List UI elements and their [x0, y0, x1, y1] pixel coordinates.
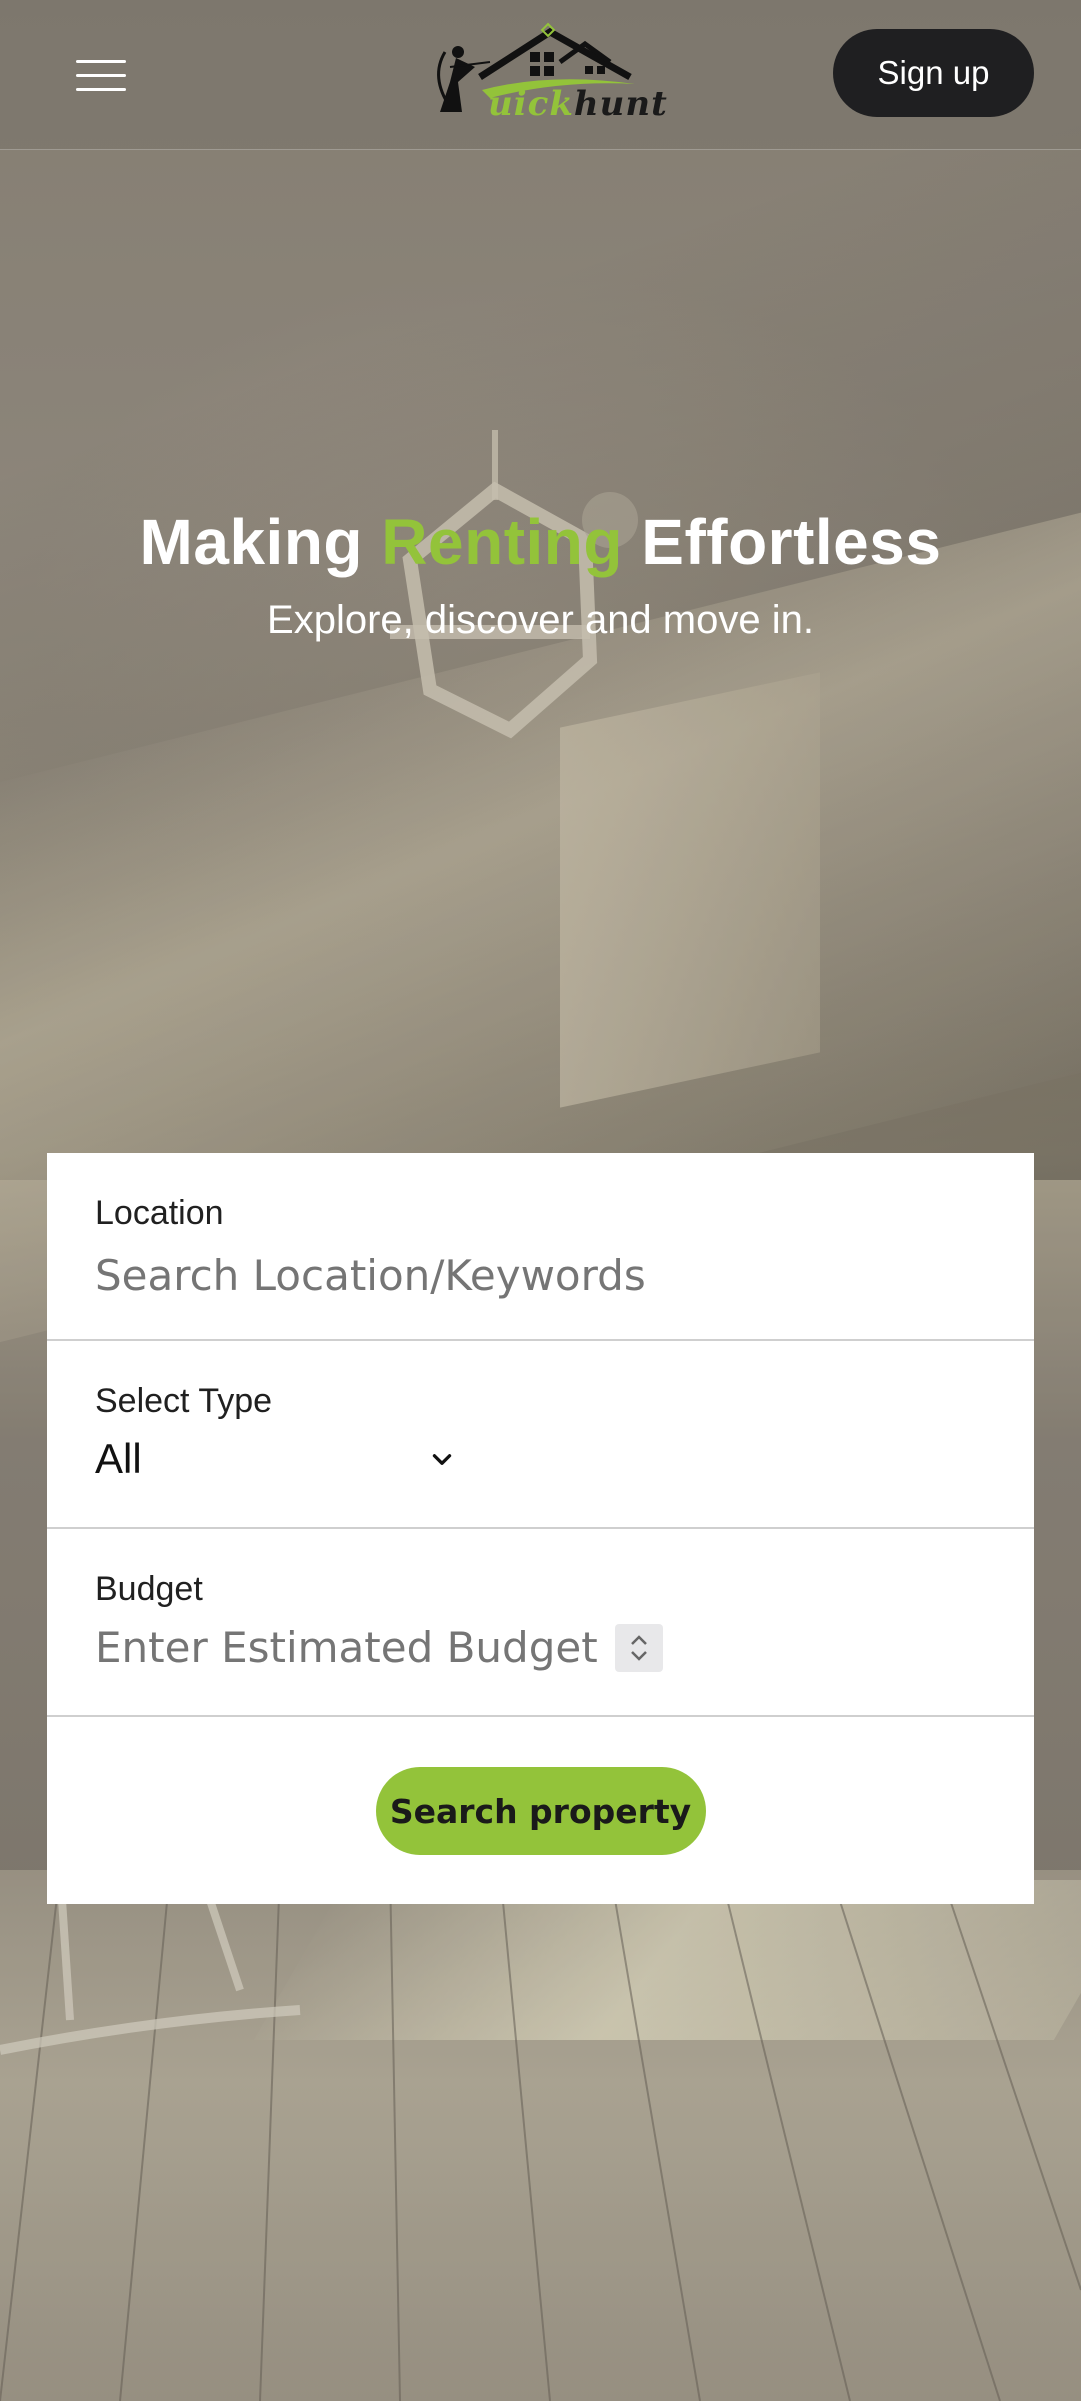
number-stepper-icon[interactable] [615, 1623, 663, 1672]
chevron-down-icon [432, 1454, 452, 1465]
top-navbar: uickhunt Sign up [0, 0, 1081, 150]
property-search-card: Location Select Type All Budget Search p… [47, 1153, 1034, 1904]
sign-up-button[interactable]: Sign up [833, 29, 1034, 117]
search-property-button[interactable]: Search property [375, 1767, 706, 1855]
logo-wordmark: uickhunt [488, 84, 668, 124]
menu-icon[interactable] [76, 60, 126, 92]
hero-title-accent: Renting [381, 506, 623, 578]
location-input[interactable] [95, 1251, 975, 1300]
budget-field: Budget [47, 1529, 1034, 1717]
type-select-value: All [95, 1435, 142, 1482]
hero-subtitle: Explore, discover and move in. [267, 598, 814, 642]
budget-label: Budget [95, 1570, 203, 1608]
type-field: Select Type All [47, 1341, 1034, 1529]
type-label: Select Type [95, 1382, 273, 1420]
location-field: Location [47, 1153, 1034, 1341]
location-label: Location [95, 1194, 224, 1232]
type-select[interactable]: All [95, 1435, 455, 1483]
hero-title: Making Renting Effortless [139, 506, 942, 578]
budget-input[interactable] [95, 1623, 615, 1672]
